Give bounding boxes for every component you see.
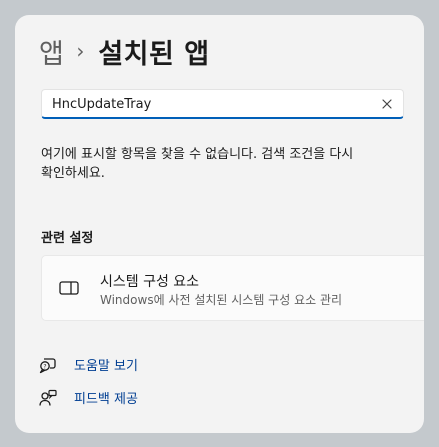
chevron-right-icon: › xyxy=(76,39,85,63)
help-chat-icon: ? xyxy=(39,356,57,374)
system-components-card[interactable]: 시스템 구성 요소 Windows에 사전 설치된 시스템 구성 요소 관리 xyxy=(41,255,424,321)
page-title: 설치된 앱 xyxy=(98,38,210,70)
close-icon[interactable] xyxy=(379,96,395,112)
card-subtitle: Windows에 사전 설치된 시스템 구성 요소 관리 xyxy=(100,293,343,307)
card-title: 시스템 구성 요소 xyxy=(100,274,200,290)
breadcrumb: 앱 › 설치된 앱 xyxy=(39,31,210,71)
svg-text:?: ? xyxy=(43,363,46,370)
give-feedback-label: 피드백 제공 xyxy=(74,392,138,407)
system-components-icon xyxy=(59,280,79,296)
empty-results-message: 여기에 표시할 항목을 찾을 수 없습니다. 검색 조건을 다시 확인하세요. xyxy=(41,147,354,181)
search-box[interactable] xyxy=(41,89,404,119)
feedback-icon xyxy=(39,389,57,407)
get-help-label: 도움말 보기 xyxy=(74,359,138,374)
get-help-link[interactable]: ? 도움말 보기 xyxy=(39,355,138,374)
give-feedback-link[interactable]: 피드백 제공 xyxy=(39,388,138,407)
breadcrumb-apps[interactable]: 앱 xyxy=(39,32,64,71)
related-settings-title: 관련 설정 xyxy=(41,231,94,246)
search-input[interactable] xyxy=(52,94,372,114)
settings-panel: 앱 › 설치된 앱 여기에 표시할 항목을 찾을 수 없습니다. 검색 조건을 … xyxy=(15,15,424,433)
